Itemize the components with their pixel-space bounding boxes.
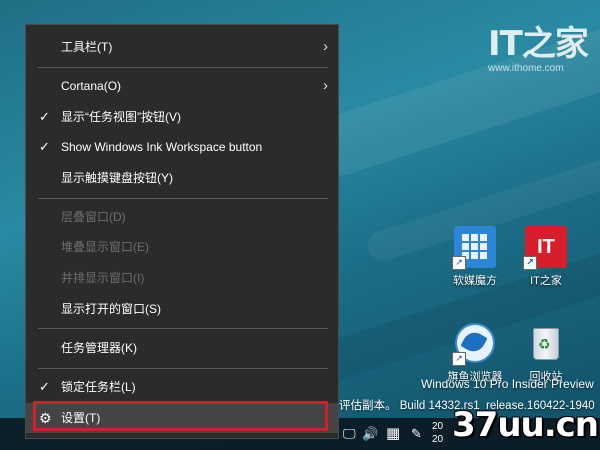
- menu-item-cortana[interactable]: Cortana(O) ›: [26, 71, 338, 101]
- shortcut-arrow-icon: ↗: [452, 256, 466, 270]
- menu-separator: [38, 198, 328, 199]
- keyboard-icon[interactable]: ▦: [386, 418, 400, 450]
- ithome-watermark: IT之家 www.ithome.com: [488, 16, 589, 74]
- menu-item-lock-taskbar[interactable]: ✓ 锁定任务栏(L): [26, 372, 338, 402]
- recycle-symbol: ♻: [538, 336, 551, 352]
- network-icon[interactable]: 🖵: [343, 418, 356, 450]
- menu-item-label: 锁定任务栏(L): [61, 380, 136, 394]
- desktop-icon-label: 软媒魔方: [453, 275, 497, 287]
- browser-icon: ↗: [452, 322, 496, 366]
- menu-separator: [38, 328, 328, 329]
- shortcut-arrow-icon: ↗: [452, 352, 466, 366]
- menu-item-task-manager[interactable]: 任务管理器(K): [26, 333, 338, 363]
- volume-icon[interactable]: 🔊: [362, 418, 378, 450]
- menu-item-ink-workspace[interactable]: ✓ Show Windows Ink Workspace button: [26, 132, 338, 162]
- os-edition-text: Windows 10 Pro Insider Preview: [421, 377, 594, 391]
- desktop-icon-recycle-bin[interactable]: ♻ 回收站: [513, 322, 579, 384]
- recycle-bin-icon: ♻: [525, 322, 567, 364]
- clock[interactable]: 20 20: [432, 420, 443, 446]
- menu-item-label: 层叠窗口(D): [61, 210, 126, 224]
- ithome-tile-text: IT: [537, 236, 555, 258]
- menu-item-side-by-side: 并排显示窗口(I): [26, 263, 338, 293]
- menu-item-label: 显示打开的窗口(S): [61, 302, 161, 316]
- desktop-icon-browser[interactable]: ↗ 旗鱼浏览器: [442, 322, 508, 384]
- menu-item-stacked: 堆叠显示窗口(E): [26, 232, 338, 262]
- menu-item-label: 工具栏(T): [61, 40, 113, 54]
- menu-item-label: Show Windows Ink Workspace button: [61, 140, 263, 154]
- desktop-icon-rubik[interactable]: ↗ 软媒魔方: [442, 226, 508, 288]
- menu-item-label: 并排显示窗口(I): [61, 271, 145, 285]
- pen-icon[interactable]: ✎: [411, 418, 422, 450]
- ithome-icon: IT ↗: [523, 226, 567, 270]
- menu-item-label: Cortana(O): [61, 79, 122, 93]
- desktop-icon-ithome[interactable]: IT ↗ IT之家: [513, 226, 579, 288]
- menu-item-label: 任务管理器(K): [61, 341, 137, 355]
- site-watermark: 37uu.cn: [452, 405, 599, 445]
- menu-item-label: 显示触摸键盘按钮(Y): [61, 171, 173, 185]
- desktop-icon-label: IT之家: [530, 275, 562, 287]
- chevron-right-icon: ›: [323, 77, 328, 94]
- menu-item-label: 显示“任务视图”按钮(V): [61, 110, 181, 124]
- shortcut-arrow-icon: ↗: [523, 256, 537, 270]
- rubik-cube-icon: ↗: [452, 226, 496, 270]
- chevron-right-icon: ›: [323, 38, 328, 55]
- menu-item-task-view[interactable]: ✓ 显示“任务视图”按钮(V): [26, 102, 338, 132]
- menu-item-touch-keyboard[interactable]: 显示触摸键盘按钮(Y): [26, 163, 338, 193]
- checkmark-icon: ✓: [39, 139, 50, 154]
- menu-item-label: 堆叠显示窗口(E): [61, 240, 149, 254]
- highlight-annotation: [33, 401, 328, 431]
- clock-date: 20: [432, 434, 444, 445]
- menu-item-toolbars[interactable]: 工具栏(T) ›: [26, 32, 338, 62]
- menu-item-show-open-windows[interactable]: 显示打开的窗口(S): [26, 294, 338, 324]
- watermark-logo: IT之家: [488, 24, 589, 64]
- menu-item-cascade: 层叠窗口(D): [26, 202, 338, 232]
- checkmark-icon: ✓: [39, 379, 50, 394]
- clock-time: 20: [432, 421, 444, 432]
- taskbar-context-menu: 工具栏(T) › Cortana(O) › ✓ 显示“任务视图”按钮(V) ✓ …: [25, 24, 339, 439]
- menu-separator: [38, 368, 328, 369]
- menu-separator: [38, 67, 328, 68]
- checkmark-icon: ✓: [39, 109, 50, 124]
